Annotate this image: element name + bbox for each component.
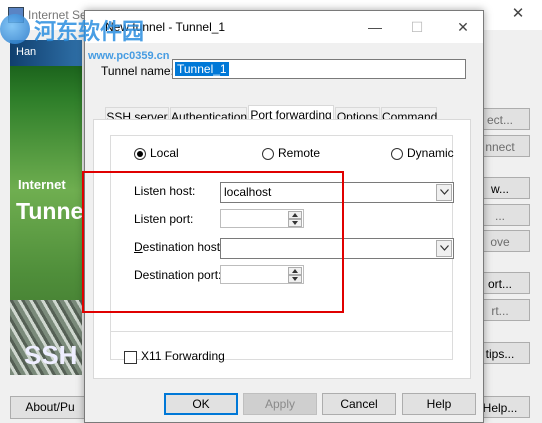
ok-button[interactable]: OK [164,393,238,415]
watermark-logo-icon [0,14,30,44]
apply-button: Apply [243,393,317,415]
remote-radio[interactable] [262,148,274,160]
maximize-icon: ☐ [410,19,424,35]
chevron-down-icon[interactable] [436,240,452,257]
bg-about-button[interactable]: About/Pu [10,396,90,419]
help-button[interactable]: Help [402,393,476,415]
banner-tunnel-label: Tunne [16,198,82,224]
highlight-box [82,171,344,313]
divider [111,331,452,332]
banner-internet-label: Internet [18,177,66,192]
dialog-close-icon[interactable]: ✕ [451,17,475,37]
x11-forwarding-label: X11 Forwarding [141,349,225,363]
watermark-url: www.pc0359.cn [88,50,170,62]
local-radio-label: Local [150,146,179,160]
minimize-icon[interactable]: — [363,17,387,37]
dynamic-radio-label: Dynamic [407,146,454,160]
banner-ssh-label: SSH [24,340,78,370]
tunnel-name-input[interactable]: Tunnel_1 [172,59,466,79]
product-banner: Han Internet Tunne SSH [10,40,82,375]
banner-top-text: Han [16,46,37,58]
remote-radio-label: Remote [278,146,321,160]
watermark-text: 河东软件园 [34,19,145,44]
x11-forwarding-checkbox[interactable] [124,351,137,364]
chevron-down-icon[interactable] [436,184,452,201]
dynamic-radio[interactable] [391,148,403,160]
dialog-titlebar: New tunnel - Tunnel_1 — ☐ ✕ [85,11,483,43]
local-radio[interactable] [134,148,146,160]
tunnel-name-value: Tunnel_1 [175,62,229,76]
tunnel-name-label: Tunnel name: [101,64,174,78]
close-icon[interactable]: ✕ [506,4,530,24]
cancel-button[interactable]: Cancel [322,393,396,415]
